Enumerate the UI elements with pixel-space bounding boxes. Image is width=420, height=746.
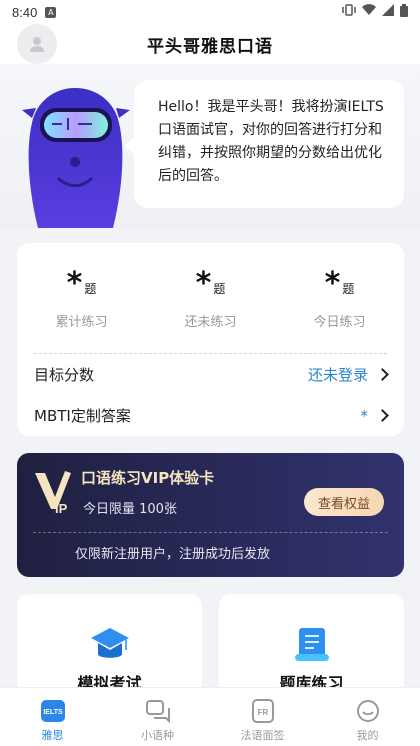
fr-card-icon: FR — [250, 698, 276, 724]
vip-divider — [33, 532, 388, 533]
mock-exam-tile[interactable]: 模拟考试 — [17, 594, 202, 694]
nav-label: 雅思 — [41, 729, 64, 742]
nav-minor-languages[interactable]: 小语种 — [105, 688, 210, 746]
mbti-value: * — [360, 406, 369, 425]
status-icons — [342, 3, 408, 21]
stat-label: 今日练习 — [313, 315, 366, 330]
stat-unit: 题 — [342, 282, 355, 296]
nav-mine[interactable]: 我的 — [315, 688, 420, 746]
fr-icon-text: FR — [257, 708, 268, 717]
vip-limit: 今日限量 100张 — [83, 502, 177, 517]
notification-a-icon: A — [45, 6, 57, 18]
stat-unit: 题 — [84, 282, 97, 296]
nav-label: 法语面签 — [240, 729, 285, 742]
stats-card: * 题 累计练习 * 题 还未练习 * 题 今日练习 目标分数 还未登录 MBTI定制… — [17, 243, 404, 436]
stats-row: * 题 累计练习 * 题 还未练习 * 题 今日练习 — [17, 243, 404, 353]
signal-icon — [382, 4, 394, 20]
smile-icon — [355, 698, 381, 724]
stat-label: 累计练习 — [55, 315, 108, 330]
mbti-answer-row[interactable]: MBTI定制答案 * — [17, 395, 404, 436]
graduation-cap-icon — [91, 628, 129, 658]
target-score-row[interactable]: 目标分数 还未登录 — [17, 354, 404, 395]
speech-bubble: Hello！我是平头哥！我将扮演IELTS口语面试官，对你的回答进行打分和纠错，… — [124, 80, 404, 208]
stat-value: * — [195, 266, 212, 301]
chevron-right-icon — [376, 409, 389, 422]
status-time: 8:40 — [12, 4, 38, 20]
hero-section: Hello！我是平头哥！我将扮演IELTS口语面试官，对你的回答进行打分和纠错，… — [0, 64, 420, 228]
page-title: 平头哥雅思口语 — [147, 36, 273, 57]
login-link[interactable]: 还未登录 — [308, 364, 368, 385]
bottom-nav: IELTS 雅思 小语种 FR 法语面签 我的 — [0, 687, 420, 746]
top-bar: 平头哥雅思口语 — [0, 24, 420, 64]
mbti-label: MBTI定制答案 — [34, 407, 131, 425]
stat-today-practice[interactable]: * 题 今日练习 — [275, 269, 404, 353]
chevron-right-icon — [376, 368, 389, 381]
mascot-image — [22, 88, 130, 228]
stat-total-practice[interactable]: * 题 累计练习 — [17, 269, 146, 353]
stat-value: * — [324, 266, 341, 301]
scroll-icon — [295, 628, 329, 661]
target-score-label: 目标分数 — [34, 366, 95, 384]
vip-card[interactable]: IP 口语练习VIP体验卡 今日限量 100张 查看权益 仅限新注册用户，注册成… — [17, 453, 404, 577]
vip-title: 口语练习VIP体验卡 — [81, 469, 215, 487]
vibrate-icon — [342, 4, 356, 20]
vip-logo-sub: IP — [55, 501, 68, 515]
stat-unit: 题 — [213, 282, 226, 296]
nav-label: 我的 — [356, 729, 379, 742]
stat-value: * — [66, 266, 83, 301]
question-bank-tile[interactable]: 题库练习 — [219, 594, 404, 694]
stat-label: 还未练习 — [184, 315, 237, 330]
ielts-icon: IELTS — [40, 698, 66, 724]
nav-french-visa[interactable]: FR 法语面签 — [210, 688, 315, 746]
vip-logo-icon: IP — [35, 471, 71, 515]
avatar[interactable] — [17, 24, 57, 64]
nav-ielts[interactable]: IELTS 雅思 — [0, 688, 105, 746]
view-benefits-button[interactable]: 查看权益 — [304, 488, 384, 516]
vip-note: 仅限新注册用户，注册成功后发放 — [75, 547, 271, 562]
chat-bubbles-icon — [145, 698, 171, 724]
stat-not-practiced[interactable]: * 题 还未练习 — [146, 269, 275, 353]
status-bar: 8:40 A — [0, 0, 420, 24]
user-icon — [30, 37, 44, 52]
nav-label: 小语种 — [141, 729, 174, 742]
ielts-icon-text: IELTS — [43, 709, 63, 716]
wifi-icon — [362, 4, 376, 20]
battery-icon — [400, 3, 408, 21]
